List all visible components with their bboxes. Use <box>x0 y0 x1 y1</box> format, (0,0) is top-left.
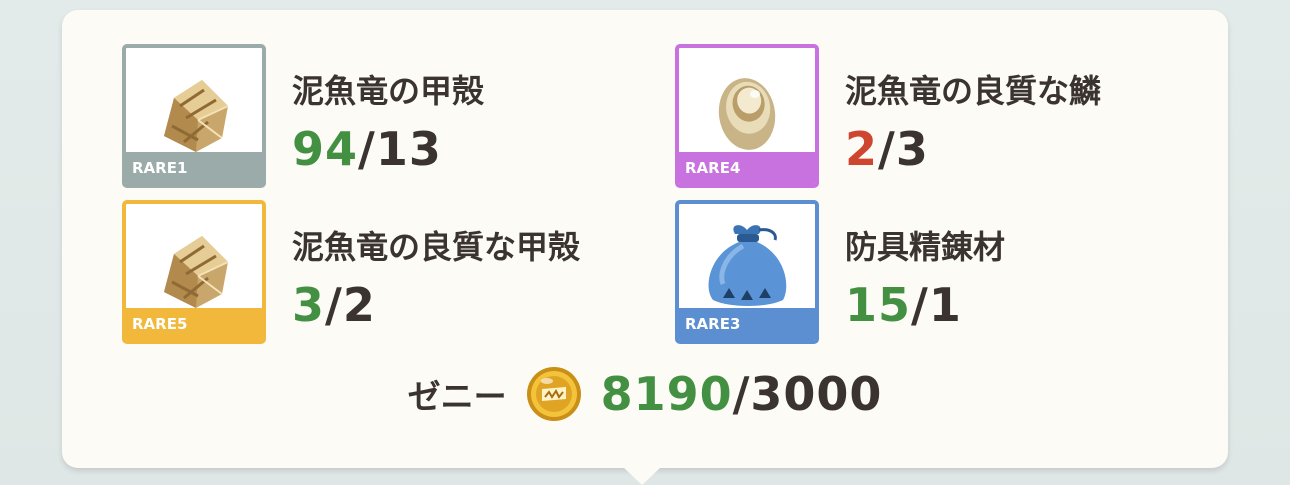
zenny-coin-icon <box>526 367 581 421</box>
zenny-required: 3000 <box>750 367 883 421</box>
rarity-label: RARE4 <box>679 152 815 184</box>
material-count: 15/1 <box>845 278 962 332</box>
zenny-count: 8190/3000 <box>601 367 883 421</box>
material-item-mud-quality-carapace[interactable]: RARE5 泥魚竜の良質な甲殻 3/2 <box>122 200 642 345</box>
required-count: 2 <box>342 278 376 332</box>
material-item-mud-carapace[interactable]: RARE1 泥魚竜の甲殻 94/13 <box>122 44 642 189</box>
zenny-label: ゼニー <box>407 377 507 416</box>
material-thumbnail: RARE3 <box>675 200 819 344</box>
rarity-label: RARE1 <box>126 152 262 184</box>
required-count: 1 <box>928 278 962 332</box>
count-separator: / <box>325 278 343 332</box>
count-separator: / <box>911 278 929 332</box>
count-separator: / <box>878 122 896 176</box>
material-name: 泥魚竜の良質な甲殻 <box>292 228 581 266</box>
material-item-mud-quality-scale[interactable]: RARE4 泥魚竜の良質な鱗 2/3 <box>675 44 1195 189</box>
count-separator: / <box>732 367 751 421</box>
material-name: 泥魚竜の甲殻 <box>292 72 485 110</box>
rarity-label: RARE5 <box>126 308 262 340</box>
material-item-armor-refining[interactable]: RARE3 防具精錬材 15/1 <box>675 200 1195 345</box>
material-name: 泥魚竜の良質な鱗 <box>845 72 1102 110</box>
rarity-label: RARE3 <box>679 308 815 340</box>
owned-count: 2 <box>845 122 879 176</box>
zenny-cost-row: ゼニー 8190/3000 <box>0 365 1290 435</box>
material-name: 防具精錬材 <box>845 228 1006 266</box>
owned-count: 3 <box>292 278 326 332</box>
material-count: 94/13 <box>292 122 442 176</box>
material-count: 2/3 <box>845 122 929 176</box>
count-separator: / <box>358 122 376 176</box>
zenny-owned: 8190 <box>600 367 733 421</box>
required-count: 13 <box>375 122 442 176</box>
required-count: 3 <box>895 122 929 176</box>
tooltip-pointer <box>622 466 662 485</box>
owned-count: 15 <box>845 278 912 332</box>
material-thumbnail: RARE1 <box>122 44 266 188</box>
owned-count: 94 <box>292 122 359 176</box>
material-thumbnail: RARE5 <box>122 200 266 344</box>
material-thumbnail: RARE4 <box>675 44 819 188</box>
material-count: 3/2 <box>292 278 376 332</box>
